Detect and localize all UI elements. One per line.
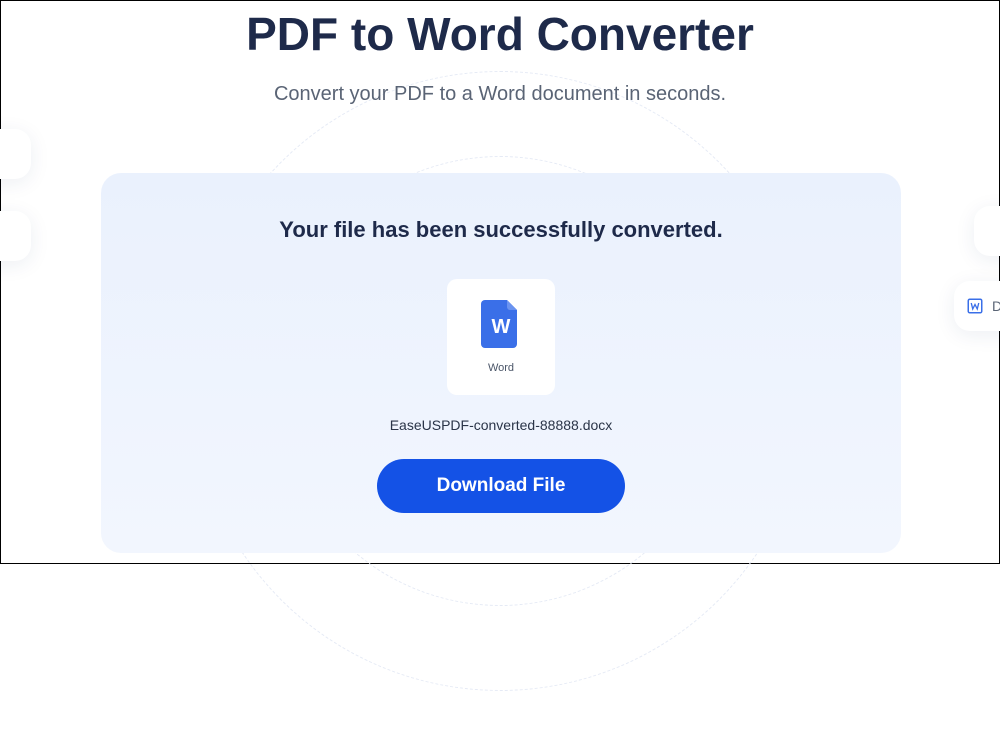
file-tile[interactable]: W Word	[447, 279, 555, 395]
page-title: PDF to Word Converter	[1, 7, 999, 61]
filename-text: EaseUSPDF-converted-88888.docx	[101, 417, 901, 433]
side-option-1[interactable]	[0, 129, 31, 179]
side-option-2[interactable]	[0, 211, 31, 261]
download-button[interactable]: Download File	[377, 459, 626, 513]
success-message: Your file has been successfully converte…	[101, 217, 901, 243]
word-file-icon: W	[481, 300, 521, 348]
page-subtitle: Convert your PDF to a Word document in s…	[1, 83, 999, 106]
file-type-label: Word	[488, 362, 514, 374]
side-option-dropbox[interactable]: Drop	[954, 281, 1000, 331]
word-doc-icon	[966, 297, 984, 315]
dropbox-label: Drop	[992, 298, 1000, 314]
side-option-excel[interactable]	[974, 206, 1000, 256]
svg-text:W: W	[492, 316, 511, 338]
result-card: Your file has been successfully converte…	[101, 173, 901, 553]
